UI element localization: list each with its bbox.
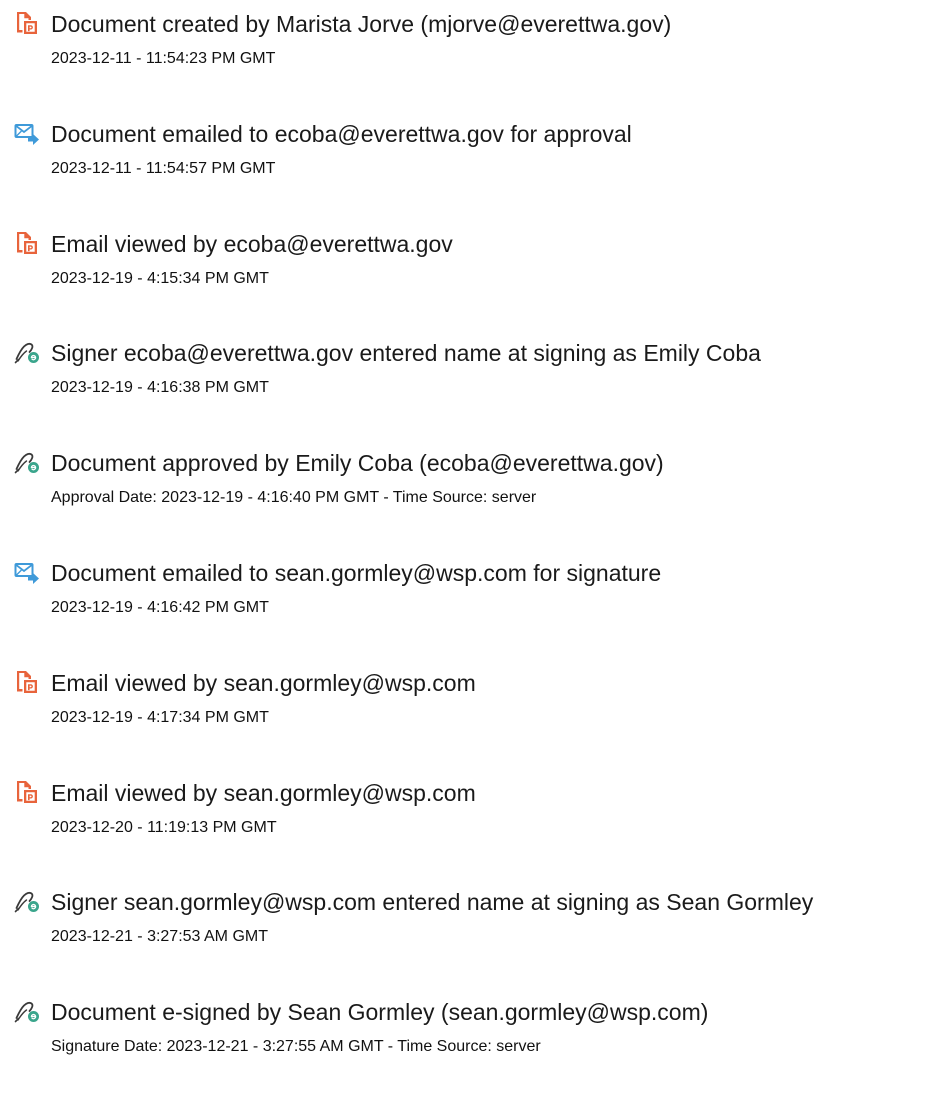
event-title: Document approved by Emily Coba (ecoba@e…	[51, 450, 664, 476]
event-title: Email viewed by sean.gormley@wsp.com	[51, 780, 476, 806]
event-title: Document e-signed by Sean Gormley (sean.…	[51, 999, 709, 1025]
audit-event: Document e-signed by Sean Gormley (sean.…	[0, 997, 933, 1097]
document-icon	[14, 11, 40, 35]
event-title: Signer ecoba@everettwa.gov entered name …	[51, 340, 761, 366]
event-timestamp: 2023-12-19 - 4:17:34 PM GMT	[51, 709, 269, 726]
event-timestamp: 2023-12-20 - 11:19:13 PM GMT	[51, 819, 277, 836]
document-icon	[14, 231, 40, 255]
email-icon	[14, 560, 40, 584]
event-timestamp: 2023-12-11 - 11:54:23 PM GMT	[51, 50, 276, 67]
audit-event-list: Document created by Marista Jorve (mjorv…	[0, 0, 933, 1110]
event-signature-date: Signature Date: 2023-12-21 - 3:27:55 AM …	[51, 1038, 541, 1055]
event-timestamp: 2023-12-21 - 3:27:53 AM GMT	[51, 928, 268, 945]
event-title: Signer sean.gormley@wsp.com entered name…	[51, 889, 814, 915]
audit-event: Document emailed to ecoba@everettwa.gov …	[0, 119, 933, 219]
sign-icon	[14, 450, 40, 474]
event-title: Document created by Marista Jorve (mjorv…	[51, 11, 672, 37]
audit-event: Document approved by Emily Coba (ecoba@e…	[0, 448, 933, 548]
audit-event: Email viewed by ecoba@everettwa.gov 2023…	[0, 229, 933, 329]
audit-event: Signer sean.gormley@wsp.com entered name…	[0, 887, 933, 987]
audit-event: Email viewed by sean.gormley@wsp.com 202…	[0, 778, 933, 878]
audit-event: Document created by Marista Jorve (mjorv…	[0, 9, 933, 109]
event-approval-date: Approval Date: 2023-12-19 - 4:16:40 PM G…	[51, 489, 537, 506]
sign-icon	[14, 889, 40, 913]
email-icon	[14, 121, 40, 145]
event-timestamp: 2023-12-11 - 11:54:57 PM GMT	[51, 160, 276, 177]
document-icon	[14, 670, 40, 694]
event-timestamp: 2023-12-19 - 4:15:34 PM GMT	[51, 270, 269, 287]
event-title: Document emailed to sean.gormley@wsp.com…	[51, 560, 662, 586]
sign-icon	[14, 999, 40, 1023]
sign-icon	[14, 340, 40, 364]
event-title: Document emailed to ecoba@everettwa.gov …	[51, 121, 632, 147]
event-timestamp: 2023-12-19 - 4:16:38 PM GMT	[51, 379, 269, 396]
event-title: Email viewed by sean.gormley@wsp.com	[51, 670, 476, 696]
event-timestamp: 2023-12-19 - 4:16:42 PM GMT	[51, 599, 269, 616]
audit-event: Email viewed by sean.gormley@wsp.com 202…	[0, 668, 933, 768]
audit-event: Signer ecoba@everettwa.gov entered name …	[0, 338, 933, 438]
document-icon	[14, 780, 40, 804]
event-title: Email viewed by ecoba@everettwa.gov	[51, 231, 453, 257]
audit-event: Document emailed to sean.gormley@wsp.com…	[0, 558, 933, 658]
